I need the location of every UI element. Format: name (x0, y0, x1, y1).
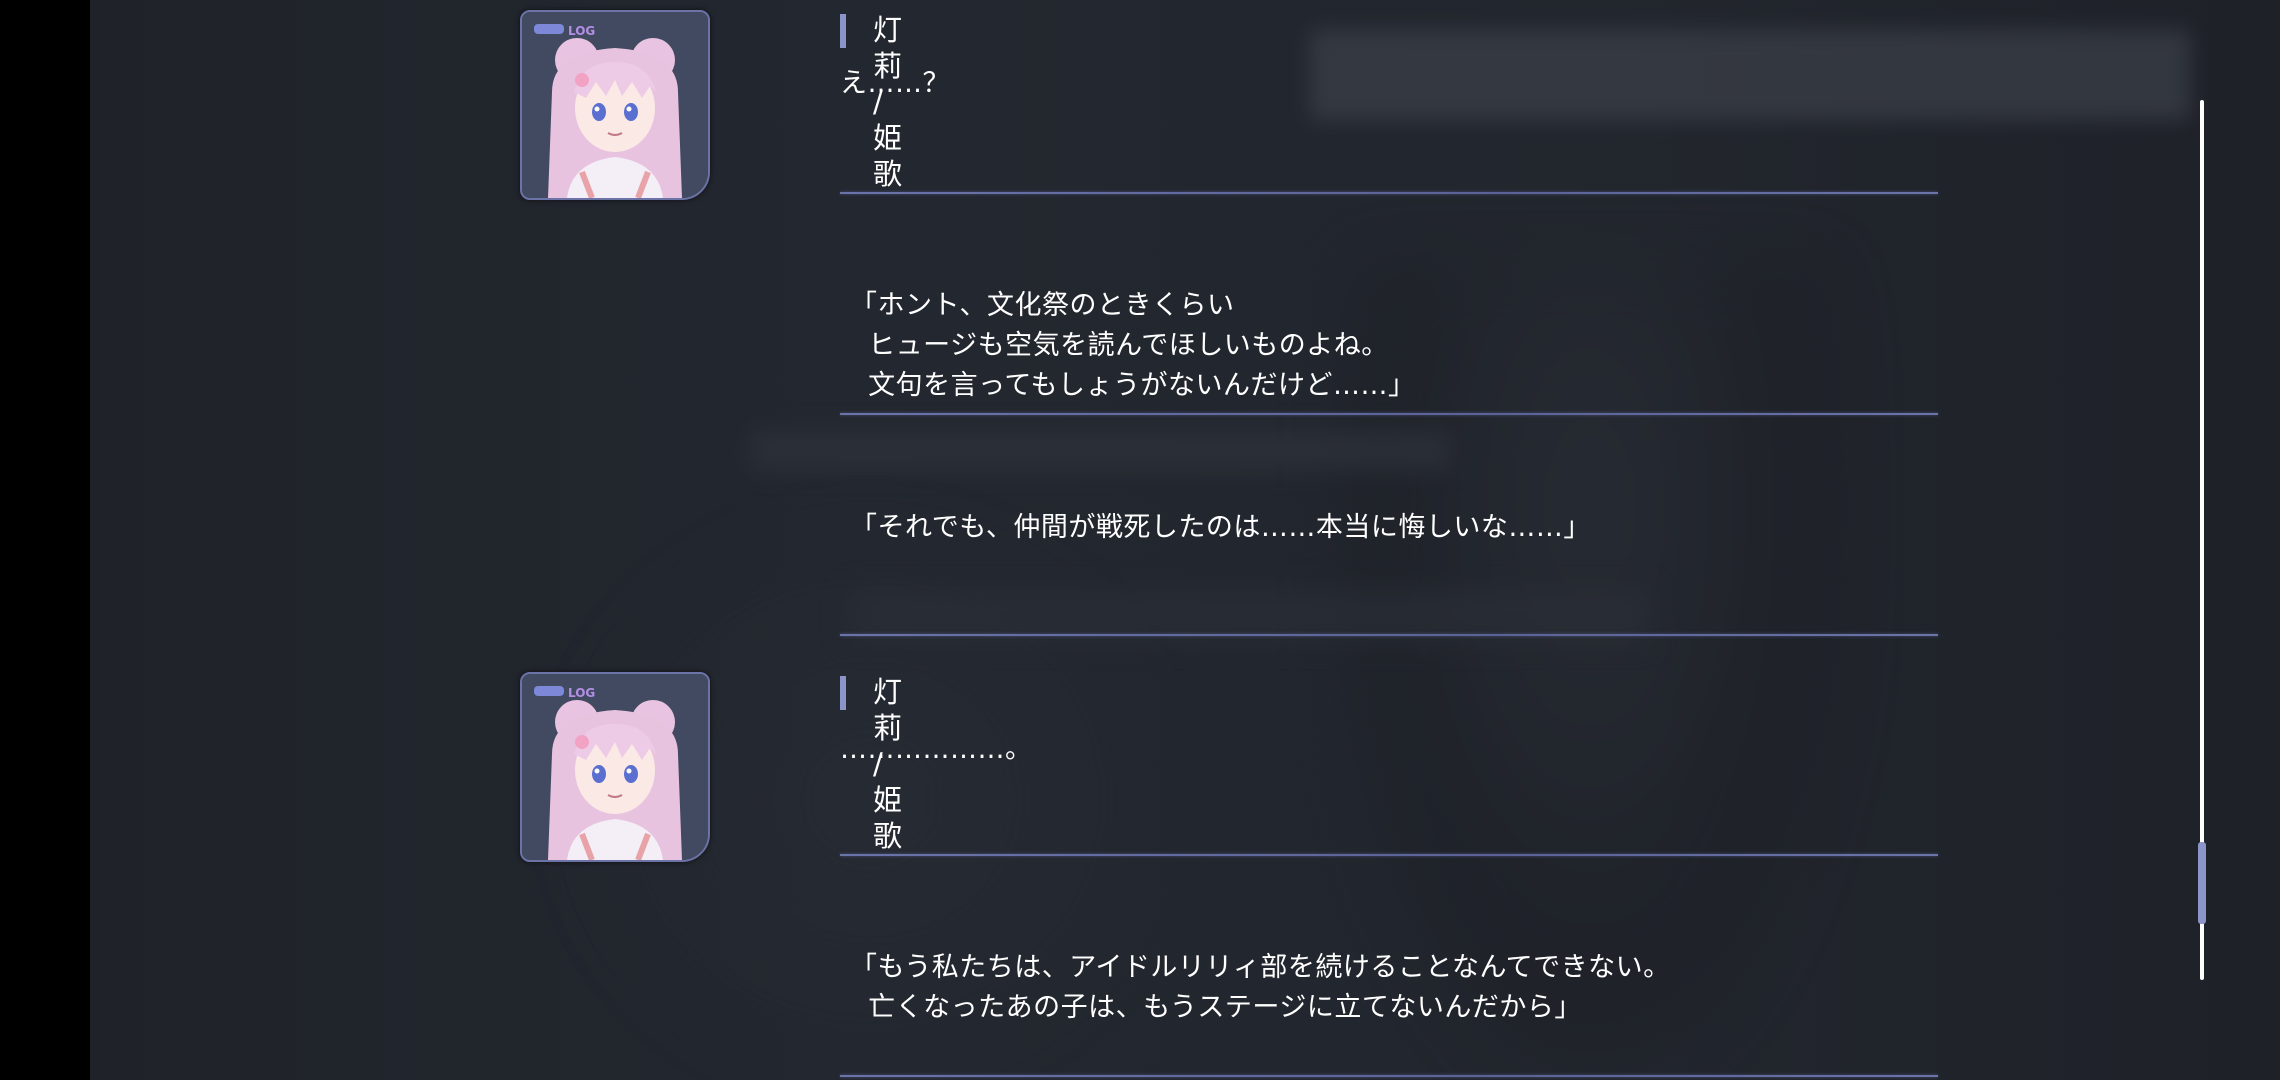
dialogue-text: 「もう私たちは、アイドルリリィ部を続けることなんてできない。 亡くなったあの子は… (850, 952, 1671, 1023)
screen: LOG 灯莉 / 姫歌 え……？ 「ホント、文化祭のときくらい ヒュージも空気を… (0, 0, 2280, 1080)
entry-divider (840, 634, 1938, 636)
dialogue-text: 「それでも、仲間が戦死したのは……本当に悔しいな……」 (850, 512, 1591, 543)
log-badge: LOG (568, 24, 596, 38)
speaker-marker (840, 14, 846, 48)
log-screen: LOG 灯莉 / 姫歌 え……？ 「ホント、文化祭のときくらい ヒュージも空気を… (90, 0, 2280, 1080)
blurred-background-text (850, 590, 1650, 640)
speaker-portrait: LOG (520, 672, 710, 862)
log-badge: LOG (568, 686, 596, 700)
speaker-marker (840, 676, 846, 710)
entry-divider (840, 1075, 1938, 1077)
entry-divider (840, 413, 1938, 415)
dialogue-text: 「ホント、文化祭のときくらい ヒュージも空気を読んでほしいものよね。 文句を言っ… (850, 290, 1416, 401)
speaker-portrait: LOG (520, 10, 710, 200)
character-portrait-icon (522, 674, 708, 860)
entry-divider (840, 854, 1938, 856)
scrollbar-thumb[interactable] (2198, 842, 2206, 925)
dialogue-text: ………………。 (840, 734, 1033, 765)
dialogue-text: え……？ (840, 68, 950, 99)
entry-divider (840, 192, 1938, 194)
blurred-background-panel (1310, 30, 2190, 120)
character-portrait-icon (522, 12, 708, 198)
blurred-background-text (750, 430, 1450, 470)
